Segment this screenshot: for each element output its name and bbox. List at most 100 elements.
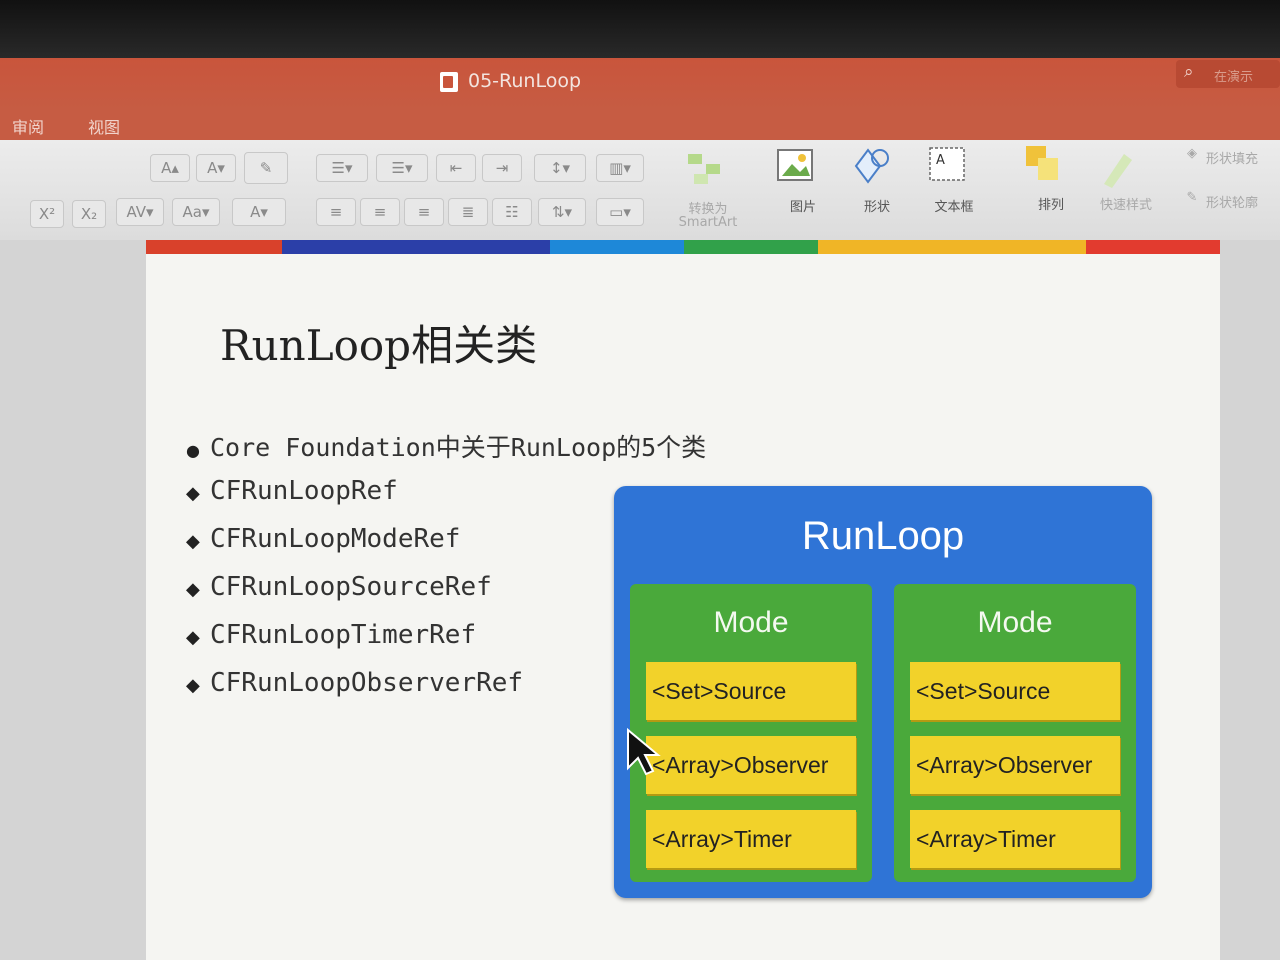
- stripe-red: [146, 240, 282, 254]
- mode-title: Mode: [977, 606, 1053, 639]
- font-grow-button[interactable]: A ▴: [150, 154, 190, 182]
- font-shrink-label: A: [207, 159, 218, 177]
- align-right-icon: ≡: [417, 203, 431, 221]
- arrange-label: 排列: [1037, 198, 1064, 213]
- shape-outline-label[interactable]: 形状轮廓: [1206, 192, 1276, 211]
- shape-fill-label[interactable]: 形状填充: [1206, 148, 1276, 167]
- search-icon[interactable]: ⌕: [1184, 62, 1194, 82]
- bullet-mark: ◆: [186, 627, 200, 648]
- change-case-label: Aa: [182, 203, 202, 221]
- subscript-label: X₂: [80, 205, 98, 223]
- tab-review[interactable]: 审阅: [12, 114, 44, 138]
- mode-box: Mode <Set>Source <Array>Observer <Array>…: [630, 584, 872, 882]
- bullet-text: CFRunLoopTimerRef: [210, 620, 477, 650]
- textbox-icon[interactable]: A: [926, 144, 966, 184]
- stripe-green: [684, 240, 818, 254]
- decrease-indent-icon: ⇤: [449, 159, 463, 177]
- superscript-label: X²: [38, 205, 56, 223]
- bullet-text: CFRunLoopObserverRef: [210, 668, 524, 698]
- slide-color-stripe: [146, 240, 1220, 254]
- decrease-indent-button[interactable]: ⇤: [436, 154, 476, 182]
- clear-format-icon: ✎: [259, 159, 273, 177]
- change-case-button[interactable]: Aa ▾: [172, 198, 220, 226]
- timer-item: <Array>Timer: [646, 810, 856, 868]
- line-spacing-button[interactable]: ↕▾: [534, 154, 586, 182]
- numbered-list-button[interactable]: ☰▾: [376, 154, 428, 182]
- quick-styles-icon[interactable]: [1098, 144, 1138, 188]
- window-title: 05-RunLoop: [468, 70, 582, 92]
- justify-icon: ≣: [461, 203, 475, 221]
- stripe-red-2: [1086, 240, 1220, 254]
- observer-item: <Array>Observer: [646, 736, 856, 794]
- textbox-label: 文本框: [934, 200, 974, 215]
- runloop-title: RunLoop: [801, 514, 965, 558]
- align-right-button[interactable]: ≡: [404, 198, 444, 226]
- distribute-icon: ☷: [505, 203, 519, 221]
- shape-fill-icon[interactable]: ◈: [1180, 146, 1204, 161]
- timer-item: <Array>Timer: [910, 810, 1120, 868]
- font-color-label: A: [250, 203, 261, 221]
- mode-box: Mode <Set>Source <Array>Observer <Array>…: [894, 584, 1136, 882]
- font-color-button[interactable]: A ▾: [232, 198, 286, 226]
- bullet-mark: ◆: [186, 579, 200, 600]
- picture-icon[interactable]: [776, 146, 816, 186]
- text-align-button[interactable]: ▭▾: [596, 198, 644, 226]
- bullet-text: Core Foundation中关于RunLoop的5个类: [210, 433, 707, 462]
- smartart-icon[interactable]: [684, 148, 724, 188]
- search-placeholder: 在演示: [1214, 70, 1254, 85]
- source-item: <Set>Source: [646, 662, 856, 720]
- font-grow-label: A: [161, 159, 172, 177]
- increase-indent-icon: ⇥: [495, 159, 509, 177]
- bullet-mark: ◆: [186, 531, 200, 552]
- bullet-list-icon: ☰▾: [331, 159, 353, 177]
- numbered-list-icon: ☰▾: [391, 159, 413, 177]
- align-left-button[interactable]: ≡: [316, 198, 356, 226]
- subscript-button[interactable]: X₂: [72, 200, 106, 228]
- bullet-item: ◆ CFRunLoopObserverRef: [186, 668, 523, 698]
- align-center-icon: ≡: [373, 203, 387, 221]
- bullet-list-button[interactable]: ☰▾: [316, 154, 368, 182]
- observer-item: <Array>Observer: [910, 736, 1120, 794]
- svg-text:A: A: [936, 153, 945, 168]
- bullet-text: CFRunLoopSourceRef: [210, 572, 492, 602]
- arrange-icon[interactable]: [1024, 144, 1064, 184]
- title-bar: [0, 58, 1280, 110]
- source-item: <Set>Source: [910, 662, 1120, 720]
- tab-view[interactable]: 视图: [88, 114, 120, 138]
- char-spacing-label: AV: [126, 203, 147, 221]
- runloop-diagram[interactable]: RunLoop Mode <Set>Source <Array>Observer…: [614, 486, 1152, 898]
- increase-indent-button[interactable]: ⇥: [482, 154, 522, 182]
- bullet-item: ◆ CFRunLoopModeRef: [186, 524, 460, 554]
- distribute-button[interactable]: ☷: [492, 198, 532, 226]
- stripe-yellow: [818, 240, 1086, 254]
- columns-button[interactable]: ▥▾: [596, 154, 644, 182]
- picture-label: 图片: [789, 200, 816, 215]
- align-left-icon: ≡: [329, 203, 343, 221]
- clear-format-button[interactable]: ✎: [244, 152, 288, 184]
- stripe-blue: [282, 240, 550, 254]
- text-align-icon: ▭▾: [609, 203, 631, 221]
- justify-button[interactable]: ≣: [448, 198, 488, 226]
- shape-outline-icon[interactable]: ✎: [1180, 190, 1204, 205]
- monitor-bezel: [0, 0, 1280, 60]
- columns-icon: ▥▾: [609, 159, 631, 177]
- align-center-button[interactable]: ≡: [360, 198, 400, 226]
- shape-label: 形状: [863, 200, 890, 215]
- bullet-mark: ●: [186, 441, 200, 460]
- stripe-lightblue: [550, 240, 684, 254]
- superscript-button[interactable]: X²: [30, 200, 64, 228]
- bullet-item: ◆ CFRunLoopSourceRef: [186, 572, 492, 602]
- line-spacing-icon: ↕▾: [549, 159, 571, 177]
- text-direction-button[interactable]: ⇅▾: [538, 198, 586, 226]
- ribbon-tab-bar: [0, 108, 1280, 140]
- mode-title: Mode: [713, 606, 789, 639]
- bullet-item: ◆ CFRunLoopRef: [186, 476, 398, 506]
- text-direction-icon: ⇅▾: [551, 203, 573, 221]
- shape-icon[interactable]: [850, 144, 890, 184]
- quick-styles-label: 快速样式: [1099, 198, 1152, 213]
- char-spacing-button[interactable]: AV ▾: [116, 198, 164, 226]
- slide-title: RunLoop相关类: [220, 321, 538, 370]
- bullet-text: CFRunLoopModeRef: [210, 524, 461, 554]
- font-shrink-button[interactable]: A ▾: [196, 154, 236, 182]
- bullet-text: CFRunLoopRef: [210, 476, 398, 506]
